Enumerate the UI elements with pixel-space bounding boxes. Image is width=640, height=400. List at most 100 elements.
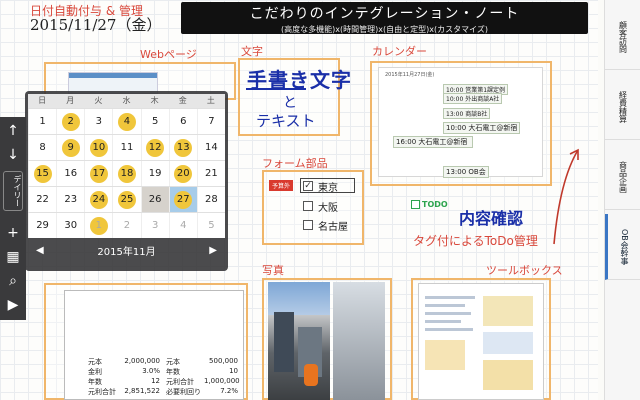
calendar-day-number: 16 xyxy=(64,168,78,179)
calendar-day[interactable]: 26 xyxy=(140,187,169,212)
checkbox-tokyo[interactable]: ✓ xyxy=(303,181,313,191)
tab-customer-visit[interactable]: 顧客訪問 xyxy=(605,4,640,70)
tab-ob-organizer[interactable]: OB会幹事 xyxy=(605,214,640,280)
calendar-day-number: 22 xyxy=(36,194,49,205)
weekday-label: 木 xyxy=(150,96,159,105)
calendar-day[interactable]: 17 xyxy=(84,161,112,186)
calendar-day-number: 11 xyxy=(120,142,134,153)
calendar-day[interactable]: 27 xyxy=(168,187,197,212)
next-month-button[interactable]: ▶ xyxy=(209,245,217,256)
calendar-day[interactable]: 6 xyxy=(168,109,197,134)
calendar-day[interactable]: 15 xyxy=(28,161,56,186)
arrow-down-icon[interactable]: ↓ xyxy=(3,145,23,165)
calendar-day[interactable]: 23 xyxy=(56,187,84,212)
table-cell: 年数 xyxy=(88,378,102,386)
calendar-day[interactable]: 20 xyxy=(168,161,197,186)
weekday-label: 水 xyxy=(122,96,131,105)
calendar-event[interactable]: 10:00 大石電工@新宿 xyxy=(443,122,521,134)
search-icon[interactable]: ⌕ xyxy=(3,271,23,291)
calendar-grid: 日月火水木金土 1 2 3 4 5 6 7 8 9 10 11 12 13 14 15 16 17 18 19 20 2… xyxy=(28,94,225,238)
calendar-day-number: 19 xyxy=(148,168,162,179)
checkbox-nagoya[interactable] xyxy=(303,220,313,230)
table-cell: 3.0% xyxy=(142,367,160,375)
calendar-day-number: 2 xyxy=(61,113,80,131)
calendar-day[interactable]: 7 xyxy=(196,109,225,134)
photo-building[interactable] xyxy=(268,282,330,400)
calendar-day[interactable]: 22 xyxy=(28,187,56,212)
calendar-day[interactable]: 5 xyxy=(196,213,225,238)
calendar-day[interactable]: 9 xyxy=(56,135,84,160)
calendar-day[interactable]: 4 xyxy=(112,109,140,134)
calendar-day[interactable]: 30 xyxy=(56,213,84,238)
todo-checkbox[interactable] xyxy=(411,200,420,209)
calendar-day[interactable]: 11 xyxy=(112,135,140,160)
calendar-event[interactable]: 10:00 外出商談A社 xyxy=(443,93,503,104)
date-picker-popup[interactable]: 日月火水木金土 1 2 3 4 5 6 7 8 9 10 11 12 13 14 15 16 17 18 19 20 2… xyxy=(25,91,228,271)
calendar-day-number: 12 xyxy=(146,139,165,157)
todo-handwriting: 内容確認 xyxy=(459,209,524,228)
calendar-day[interactable]: 29 xyxy=(28,213,56,238)
table-cell: 2,000,000 xyxy=(124,357,160,365)
calendar-day-number: 18 xyxy=(117,165,136,183)
calendar-day[interactable]: 3 xyxy=(84,109,112,134)
calendar-day[interactable]: 28 xyxy=(196,187,225,212)
calendar-day[interactable]: 12 xyxy=(140,135,169,160)
calendar-thumbnail[interactable]: 2015年11月27日(金) 10:00 営業第1課定例 10:00 外出商談A… xyxy=(378,67,543,178)
calendar-day-number: 23 xyxy=(64,194,78,205)
calendar-day[interactable]: 8 xyxy=(28,135,56,160)
calendar-day-number: 6 xyxy=(180,116,187,127)
calendar-event[interactable]: 16:00 大石電工@新宿 xyxy=(393,136,473,148)
table-row: 金利 3.0% 年数 10 xyxy=(88,367,238,377)
budget-tag[interactable]: 予算外 xyxy=(269,180,294,191)
calendar-day[interactable]: 19 xyxy=(140,161,169,186)
checkbox-osaka[interactable] xyxy=(303,201,313,211)
daily-button[interactable]: デイリー xyxy=(3,171,23,211)
todo-caption: タグ付によるToDo管理 xyxy=(413,234,538,248)
calendar-day[interactable]: 1 xyxy=(84,213,112,238)
calendar-day[interactable]: 21 xyxy=(196,161,225,186)
calendar-day[interactable]: 10 xyxy=(84,135,112,160)
calendar-day[interactable]: 3 xyxy=(140,213,169,238)
play-icon[interactable]: ▶ xyxy=(3,295,23,315)
calendar-day[interactable]: 2 xyxy=(112,213,140,238)
red-arrow-icon xyxy=(553,148,579,245)
label-web: Webページ xyxy=(140,48,197,61)
calendar-day[interactable]: 14 xyxy=(196,135,225,160)
calendar-day[interactable]: 2 xyxy=(56,109,84,134)
calendar-day[interactable]: 25 xyxy=(112,187,140,212)
calendar-day-number: 5 xyxy=(151,116,159,127)
toolbox-document[interactable] xyxy=(418,283,544,400)
calendar-day[interactable]: 13 xyxy=(168,135,197,160)
tab-expense[interactable]: 経費精算 xyxy=(605,74,640,140)
calendar-weeks: 1 2 3 4 5 6 7 8 9 10 11 12 13 14 15 16 17 18 19 20 21 22 23 24 2… xyxy=(28,108,225,238)
page-date: 2015/11/27（金） xyxy=(30,16,162,34)
calendar-day[interactable]: 4 xyxy=(168,213,197,238)
calendar-icon[interactable]: ▦ xyxy=(3,247,23,267)
label-calendar: カレンダー xyxy=(372,45,427,58)
photo-worker[interactable] xyxy=(333,282,385,400)
table-row: 年数 12 元利合計 1,000,000 xyxy=(88,377,240,387)
calendar-day[interactable]: 1 xyxy=(28,109,56,134)
calendar-day[interactable]: 24 xyxy=(84,187,112,212)
notebook-page: 日付自動付与 & 管理 2015/11/27（金） こだわりのインテグレーション… xyxy=(0,0,598,400)
calendar-day-number: 25 xyxy=(117,191,136,209)
prev-month-button[interactable]: ◀ xyxy=(36,245,44,256)
calendar-day-number: 26 xyxy=(148,194,162,205)
calendar-day-number: 30 xyxy=(64,220,78,231)
tab-product-planning[interactable]: 商品企画 xyxy=(605,144,640,210)
calendar-day-number: 15 xyxy=(33,165,52,183)
checkbox-label: 名古屋 xyxy=(318,222,348,233)
calendar-day-number: 3 xyxy=(95,116,103,127)
calendar-event[interactable]: 13:00 OB会 xyxy=(443,166,489,178)
calendar-day-number: 4 xyxy=(117,113,136,131)
calendar-event[interactable]: 13:00 商談B社 xyxy=(443,108,491,119)
calendar-day[interactable]: 18 xyxy=(112,161,140,186)
add-icon[interactable]: + xyxy=(3,223,23,243)
calendar-day[interactable]: 16 xyxy=(56,161,84,186)
arrow-up-icon[interactable]: ↑ xyxy=(3,121,23,141)
label-form: フォーム部品 xyxy=(262,157,328,170)
table-cell: 10 xyxy=(229,367,238,375)
table-cell: 7.2% xyxy=(220,387,238,395)
weekday-label: 月 xyxy=(66,96,75,105)
calendar-day[interactable]: 5 xyxy=(140,109,169,134)
